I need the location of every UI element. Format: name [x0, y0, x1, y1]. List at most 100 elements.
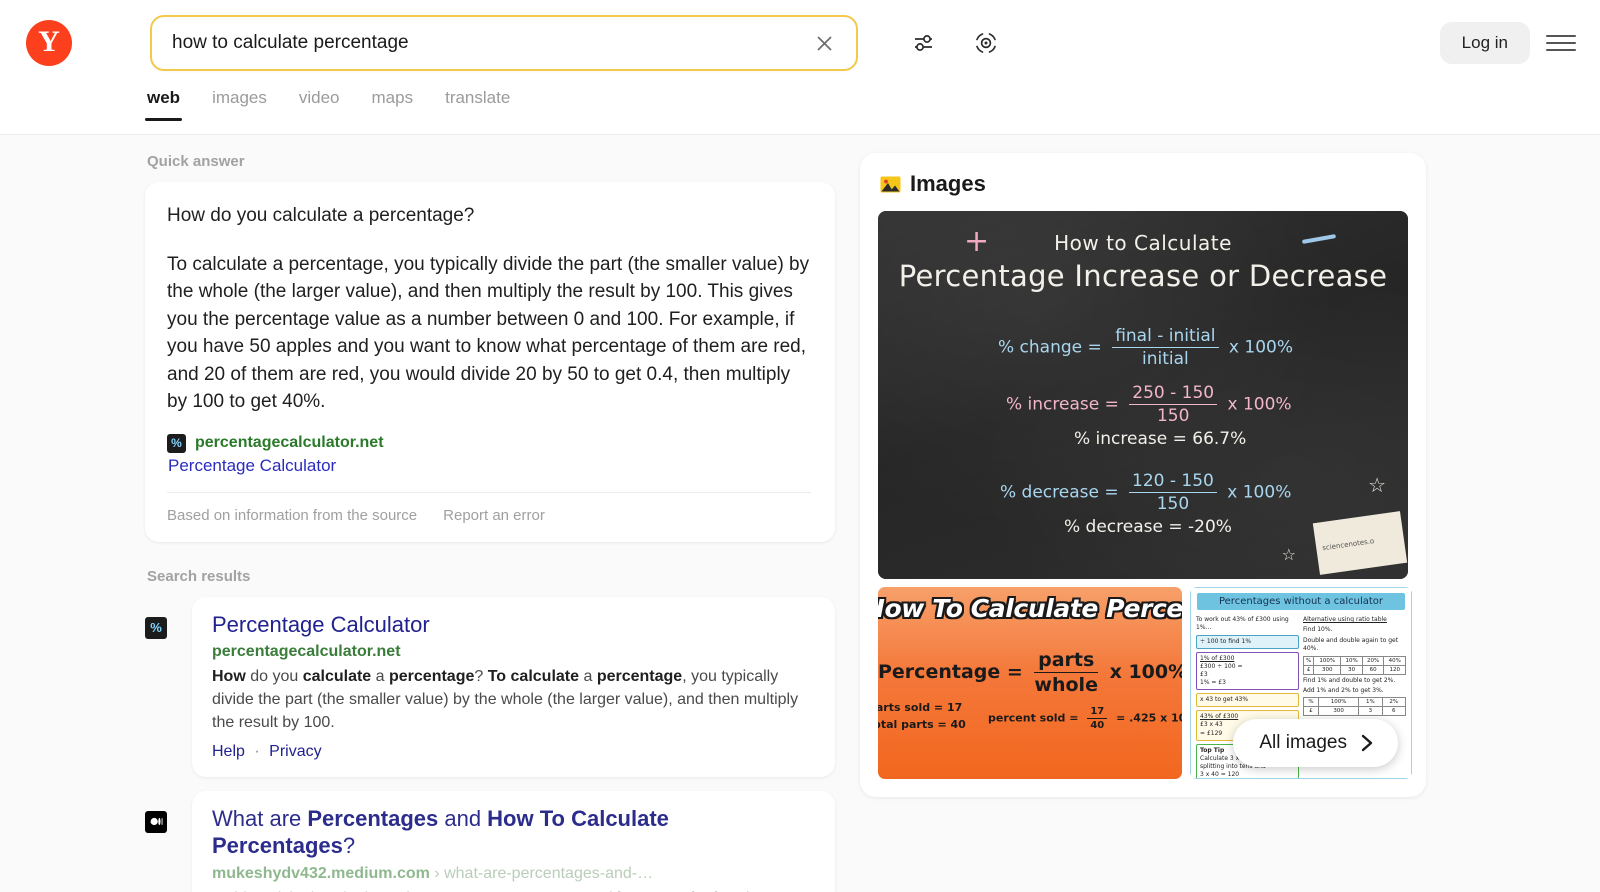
tab-video[interactable]: video — [297, 86, 342, 121]
table-row: £ 300 30 60 120 — [1302, 664, 1406, 675]
quick-answer-source-link[interactable]: Percentage Calculator — [168, 456, 811, 476]
clear-search-button[interactable] — [808, 27, 840, 59]
search-results-label: Search results — [147, 567, 251, 585]
tab-web[interactable]: web — [145, 86, 183, 121]
result-title[interactable]: Percentage Calculator — [212, 611, 813, 639]
chalkboard-graphic: + How to Calculate Percentage Increase o… — [878, 211, 1408, 579]
tab-maps[interactable]: maps — [370, 86, 416, 121]
t2-h1: 100% — [1317, 697, 1360, 708]
logo-letter: Y — [38, 25, 60, 58]
hero-eq2-fraction: 250 - 150 150 — [1129, 383, 1218, 426]
chart-left-intro: To work out 43% of £300 using 1%... — [1196, 616, 1289, 632]
result-snippet: How do you calculate a percentage? To ca… — [212, 668, 799, 731]
chalk-star-mark: ☆ — [1368, 473, 1386, 497]
hero-eq3-numerator: 120 - 150 — [1129, 471, 1217, 493]
search-filters-button[interactable] — [904, 23, 944, 63]
percent-favicon: % — [145, 616, 167, 639]
images-panel-title: Images — [910, 171, 986, 196]
result-url: percentagecalculator.net — [212, 643, 813, 661]
tab-translate[interactable]: translate — [443, 86, 512, 121]
chart-right-l4: Add 1% and 2% to get 3%. — [1303, 686, 1384, 694]
search-input[interactable] — [172, 32, 808, 54]
hamburger-line — [1546, 49, 1576, 51]
result-url: mukeshydv432.medium.com › what-are-perce… — [212, 865, 813, 883]
orange-percent-tail: = .425 x 100% = 42.5% — [1116, 711, 1182, 725]
result-favicon-col — [145, 791, 192, 892]
chalk-star-mark: ☆ — [1281, 545, 1296, 564]
quick-answer-label: Quick answer — [147, 153, 245, 170]
orange-percent-numerator: 17 — [1087, 706, 1108, 719]
hero-title-small: How to Calculate — [1054, 231, 1232, 255]
t2-r0: £ — [1303, 706, 1319, 717]
report-error-link[interactable]: Report an error — [443, 507, 545, 524]
result-snippet: In this article, let's look at what “per… — [212, 888, 813, 892]
hero-eq2-label: % increase = — [1006, 394, 1119, 415]
chart-ratio-table-2: % 100% 1% 2% £ 300 3 6 — [1303, 697, 1407, 717]
percent-favicon: % — [167, 433, 186, 453]
orange-formula: Percentage = parts whole x 100% — [878, 649, 1182, 696]
camera-lens-icon — [976, 33, 996, 53]
orange-formula-label: Percentage = — [878, 661, 1023, 683]
quick-answer-body: To calculate a percentage, you typically… — [167, 253, 810, 413]
result-favicon-col: % — [145, 597, 192, 777]
chart-right-l3: Find 1% and double to get 2%. — [1303, 676, 1396, 684]
result-url-path: › what-are-percentages-and-… — [434, 864, 654, 882]
result-card: What are Percentages and How To Calculat… — [192, 790, 835, 892]
yandex-logo[interactable]: Y — [26, 20, 72, 66]
quick-answer-domain: percentagecalculator.net — [195, 434, 384, 452]
hero-eq1-tail: x 100% — [1228, 337, 1293, 358]
quick-answer-source[interactable]: % percentagecalculator.net — [167, 433, 811, 453]
chalk-plus-mark: + — [964, 224, 990, 259]
t1-r2: 30 — [1340, 664, 1363, 675]
hero-eq2-tail: x 100% — [1227, 394, 1292, 415]
table-row: % 100% 10% 20% 40% — [1302, 655, 1406, 666]
vertical-tabs: web images video maps translate — [0, 86, 1600, 134]
result-link[interactable]: Help — [212, 743, 245, 760]
tab-images[interactable]: images — [210, 86, 269, 121]
result-link[interactable]: Privacy — [269, 743, 321, 760]
t1-r3: 60 — [1361, 664, 1385, 675]
hero-eq3-label: % decrease = — [1000, 482, 1119, 503]
orange-title: How To Calculate Percentage — [878, 594, 1182, 623]
image-thumbnail-hero[interactable]: + How to Calculate Percentage Increase o… — [878, 211, 1408, 579]
hero-eq1-fraction: final - initial initial — [1112, 326, 1219, 369]
search-box[interactable] — [150, 15, 858, 71]
t2-h2: 1% — [1358, 697, 1383, 708]
result-title[interactable]: What are Percentages and How To Calculat… — [212, 805, 813, 860]
hero-eq3-tail: x 100% — [1227, 482, 1292, 503]
t1-r4: 120 — [1383, 664, 1406, 675]
image-search-button[interactable] — [966, 23, 1006, 63]
table-row: % 100% 1% 2% — [1303, 697, 1407, 708]
hero-equation-decrease: % decrease = 120 - 150 150 x 100% — [1000, 471, 1291, 514]
sliders-icon — [915, 35, 932, 51]
hero-equation-increase: % increase = 250 - 150 150 x 100% — [1006, 383, 1292, 426]
orange-formula-denominator: whole — [1034, 674, 1098, 696]
chart-onepercent-l3: 1% = £3 — [1200, 679, 1226, 687]
result-row: What are Percentages and How To Calculat… — [145, 790, 835, 892]
chart-tip-title: Top Tip — [1200, 746, 1225, 754]
hero-eq3-fraction: 120 - 150 150 — [1129, 471, 1217, 514]
chart-right-l1: Find 10%. — [1303, 626, 1333, 634]
t1-h0: % — [1302, 655, 1315, 666]
chart-right-title: Alternative using ratio table — [1303, 616, 1406, 624]
t2-r3: 6 — [1381, 706, 1407, 717]
chart-right-title-text: Alternative using ratio table — [1303, 616, 1387, 623]
result-card: Percentage Calculator percentagecalculat… — [192, 596, 835, 777]
t1-h4: 40% — [1383, 655, 1406, 666]
sublink-separator: · — [254, 742, 260, 760]
t2-h3: 2% — [1381, 697, 1407, 708]
header-right-cluster: Log in — [1439, 22, 1578, 64]
result-url-domain: mukeshydv432.medium.com — [212, 864, 430, 882]
hamburger-menu-button[interactable] — [1544, 26, 1578, 60]
chevron-right-icon — [1361, 734, 1373, 752]
hamburger-line — [1546, 42, 1576, 44]
search-results-section: Search results % Percentage Calculator p… — [145, 568, 835, 892]
image-thumbnail-orange[interactable]: How To Calculate Percentage Percentage =… — [878, 587, 1182, 779]
login-button[interactable]: Log in — [1439, 22, 1530, 64]
orange-percent-label: percent sold = — [988, 711, 1079, 725]
result-url-domain: percentagecalculator.net — [212, 643, 401, 661]
t1-h2: 10% — [1340, 655, 1363, 666]
orange-formula-fraction: parts whole — [1034, 649, 1098, 696]
quick-answer-question: How do you calculate a percentage? — [167, 205, 475, 226]
all-images-button[interactable]: All images — [1233, 719, 1398, 767]
